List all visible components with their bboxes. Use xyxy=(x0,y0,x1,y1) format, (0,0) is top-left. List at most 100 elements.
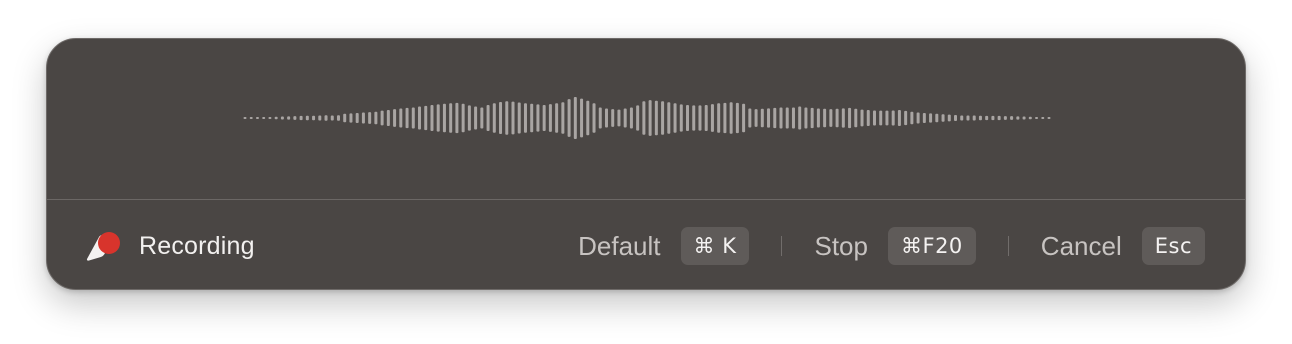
waveform-bar xyxy=(860,109,864,127)
waveform-bar xyxy=(636,105,640,131)
waveform-bar xyxy=(879,110,883,126)
waveform-bar xyxy=(617,109,621,127)
waveform-bar xyxy=(729,102,733,134)
waveform-bar xyxy=(785,107,789,129)
cancel-label: Cancel xyxy=(1040,230,1122,261)
waveform-bar xyxy=(361,112,365,124)
waveform-bar xyxy=(411,107,415,129)
waveform-bar xyxy=(661,101,665,135)
waveform-bar xyxy=(891,110,895,126)
waveform-bar xyxy=(299,115,303,121)
waveform-bar xyxy=(1022,116,1026,120)
waveform-bar xyxy=(735,102,739,134)
waveform-bar xyxy=(386,110,390,126)
waveform-bar xyxy=(530,103,534,133)
waveform-bar xyxy=(835,108,839,128)
waveform-bar xyxy=(274,116,278,120)
waveform-bar xyxy=(505,101,509,135)
waveform-bar xyxy=(343,113,347,123)
recording-status: Recording xyxy=(85,228,255,264)
waveform-bar xyxy=(997,115,1001,121)
waveform-bar xyxy=(978,115,982,121)
waveform-graphic xyxy=(243,97,1051,139)
cancel-shortcut[interactable]: Cancel Esc xyxy=(1041,227,1205,265)
waveform-bar xyxy=(798,106,802,130)
waveform-bar xyxy=(686,104,690,132)
separator xyxy=(781,236,783,256)
waveform-bar xyxy=(1035,116,1039,120)
waveform-bar xyxy=(336,115,340,121)
waveform-bar xyxy=(287,116,291,120)
waveform-bar xyxy=(698,105,702,131)
stop-label: Stop xyxy=(814,230,868,261)
waveform-bar xyxy=(872,110,876,126)
stop-shortcut[interactable]: Stop ⌘F20 xyxy=(814,227,976,265)
waveform-bar xyxy=(816,108,820,128)
waveform-bar xyxy=(243,117,247,119)
waveform xyxy=(47,39,1245,199)
recording-icon xyxy=(85,229,123,263)
waveform-bar xyxy=(312,115,316,121)
waveform-bar xyxy=(324,115,328,121)
waveform-bar xyxy=(455,102,459,134)
waveform-bar xyxy=(1016,116,1020,120)
waveform-bar xyxy=(960,115,964,121)
waveform-bar xyxy=(841,108,845,128)
waveform-bar xyxy=(966,115,970,121)
waveform-bar xyxy=(318,115,322,121)
waveform-bar xyxy=(511,101,515,135)
waveform-bar xyxy=(598,107,602,129)
waveform-bar xyxy=(611,109,615,127)
waveform-bar xyxy=(742,103,746,133)
waveform-bar xyxy=(885,110,889,126)
waveform-bar xyxy=(349,113,353,123)
waveform-bar xyxy=(704,104,708,132)
waveform-bar xyxy=(848,107,852,129)
waveform-bar xyxy=(592,103,596,133)
waveform-bar xyxy=(474,106,478,130)
waveform-bar xyxy=(922,112,926,124)
waveform-bar xyxy=(249,117,253,119)
waveform-bar xyxy=(424,105,428,131)
footer-bar: Recording Default ⌘ K Stop ⌘F20 Cancel E… xyxy=(47,200,1245,289)
waveform-bar xyxy=(692,105,696,131)
waveform-bar xyxy=(355,112,359,124)
waveform-bar xyxy=(929,113,933,123)
recording-label: Recording xyxy=(139,231,255,260)
waveform-bar xyxy=(255,117,259,119)
waveform-bar xyxy=(667,102,671,134)
waveform-bar xyxy=(604,108,608,128)
waveform-bar xyxy=(791,107,795,129)
waveform-bar xyxy=(941,114,945,122)
waveform-bar xyxy=(773,107,777,129)
waveform-bar xyxy=(804,107,808,129)
waveform-bar xyxy=(679,104,683,132)
waveform-bar xyxy=(467,105,471,131)
waveform-bar xyxy=(754,109,758,127)
waveform-bar xyxy=(517,102,521,134)
waveform-bar xyxy=(823,108,827,128)
waveform-bar xyxy=(523,103,527,133)
waveform-bar xyxy=(268,116,272,120)
waveform-bar xyxy=(480,107,484,129)
waveform-bar xyxy=(555,103,559,133)
waveform-bar xyxy=(486,104,490,132)
waveform-bar xyxy=(430,104,434,132)
waveform-bar xyxy=(262,116,266,120)
waveform-bar xyxy=(1047,117,1051,119)
waveform-bar xyxy=(866,110,870,126)
waveform-bar xyxy=(916,112,920,124)
waveform-bar xyxy=(810,107,814,129)
default-shortcut[interactable]: Default ⌘ K xyxy=(578,227,750,265)
waveform-bar xyxy=(623,108,627,128)
waveform-bar xyxy=(305,115,309,121)
shortcut-list: Default ⌘ K Stop ⌘F20 Cancel Esc xyxy=(578,227,1205,265)
waveform-bar xyxy=(436,104,440,132)
waveform-bar xyxy=(954,115,958,121)
waveform-bar xyxy=(710,104,714,132)
cancel-key: Esc xyxy=(1141,227,1205,265)
separator xyxy=(1007,236,1009,256)
waveform-bar xyxy=(573,97,577,139)
waveform-bar xyxy=(760,108,764,128)
waveform-bar xyxy=(829,109,833,127)
